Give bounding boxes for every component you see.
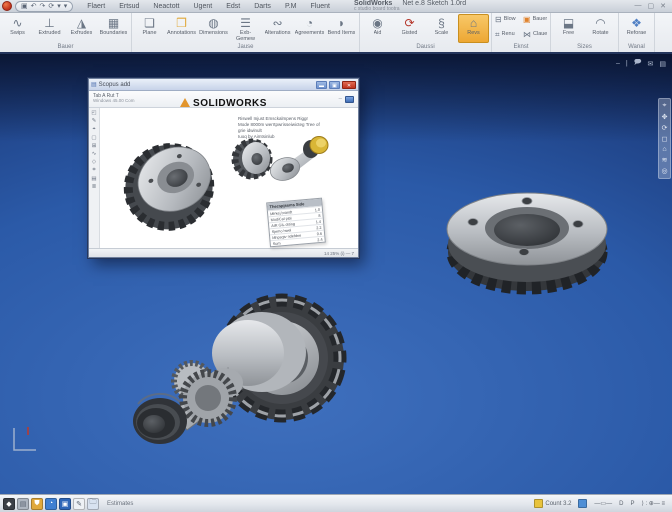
divider: | xyxy=(625,60,628,67)
home-view-icon[interactable]: ⌂ xyxy=(662,146,666,153)
document-spec-table: Thecspjssms Side Mfrkej brandt 1.0 ModiCal … xyxy=(266,197,326,248)
origin-triad xyxy=(13,427,36,451)
section-icon[interactable]: ≋ xyxy=(662,156,668,164)
table-cell-value: 0.6 xyxy=(316,231,323,236)
misc-indicator-text: ⟩ : ⊕— ≡ xyxy=(641,501,665,507)
display-icon[interactable]: ◎ xyxy=(661,167,667,175)
viewport-hud-toolbar: – | 🗩 ✉ ▤ xyxy=(616,58,666,69)
sheet-icon[interactable]: ▤ xyxy=(659,60,666,68)
illustration-gear-small xyxy=(231,138,273,180)
slider-indicator-text: —▭— xyxy=(594,501,613,507)
zoom-fit-icon[interactable]: ◻ xyxy=(662,135,668,143)
pen-icon[interactable]: ✎ xyxy=(73,497,85,510)
document-text-line: Mode 8000m werrtpwrisseiwicteg Tree of g… xyxy=(238,122,320,134)
status-left-text: Estimates xyxy=(107,500,134,507)
p-indicator-text: P xyxy=(630,500,635,507)
doc-indicator-icon xyxy=(578,499,588,508)
table-cell-label: Sum xyxy=(272,240,281,246)
shield-icon[interactable]: ⛊ xyxy=(31,497,43,510)
document-text-block: Riswell Injust Emsckalmpens Riggr Mode 80… xyxy=(238,116,324,140)
comment-icon[interactable]: 🗩 xyxy=(634,58,642,69)
misc-indicator[interactable]: ⟩ : ⊕— ≡ xyxy=(641,500,665,507)
pan-icon[interactable]: ✥ xyxy=(662,113,668,121)
media-icon[interactable]: ▣ xyxy=(59,497,71,510)
d-indicator[interactable]: D xyxy=(619,501,623,507)
table-cell-value: 2.2 xyxy=(316,225,322,230)
folder-icon[interactable]: 🗀 xyxy=(87,497,99,510)
doc-indicator[interactable] xyxy=(578,499,588,508)
rotate-view-icon[interactable]: ⟳ xyxy=(662,124,668,132)
table-cell-value: 1.4 xyxy=(315,219,322,224)
document-page: Riswell Injust Emsckalmpens Riggr Mode 80… xyxy=(100,108,358,248)
table-cell-value: 1.0 xyxy=(314,207,321,212)
collapse-icon[interactable]: – xyxy=(616,60,620,67)
document-text-line: Iuoq by Aimtsinlub xyxy=(238,134,275,140)
d-indicator-text: D xyxy=(619,500,624,507)
status-right-group: Count 3.2 —▭— D P ⟩ : ⊕— ≡ xyxy=(534,499,669,508)
p-indicator[interactable]: P xyxy=(630,501,634,507)
count-indicator-text: Count 3.2 xyxy=(545,500,572,507)
count-indicator-icon xyxy=(534,499,544,508)
mail-icon[interactable]: ✉ xyxy=(648,60,654,68)
browser-icon[interactable]: ◔ xyxy=(45,497,57,510)
viewport-side-toolbar: ⌖ ✥ ⟳ ◻ ⌂ ≋ ◎ xyxy=(658,98,671,179)
illustration-gear-large xyxy=(123,143,215,231)
select-icon[interactable]: ⌖ xyxy=(663,102,667,110)
slider-indicator[interactable]: —▭— xyxy=(594,500,612,507)
table-cell-value: 2.4 xyxy=(317,237,323,242)
count-indicator[interactable]: Count 3.2 xyxy=(534,499,571,508)
explorer-icon[interactable]: ▤ xyxy=(17,497,29,510)
start-icon[interactable]: ◆ xyxy=(3,497,15,510)
status-bar: ◆ ▤ ⛊ ◔ ▣ ✎ 🗀 Estimates Count 3.2 —▭— D P ⟩ : ⊕— ≡ xyxy=(0,494,672,512)
part-ring-gear-right[interactable] xyxy=(446,192,608,295)
illustration-hub-yellow-cap xyxy=(269,136,329,181)
solidworks-app-window: ▣ ↶ ↷ ⟳ ▾ ▾ Flaert Ertsud Neactott Ugent Edst Dart… xyxy=(0,0,672,512)
table-cell-value: 8 xyxy=(318,213,321,218)
part-gear-shaft-assembly[interactable] xyxy=(133,282,358,444)
floating-document-window[interactable]: ▤ Scopus add ▬ ▣ ✕ Tab A Rut T Windows 45.… xyxy=(88,78,359,258)
